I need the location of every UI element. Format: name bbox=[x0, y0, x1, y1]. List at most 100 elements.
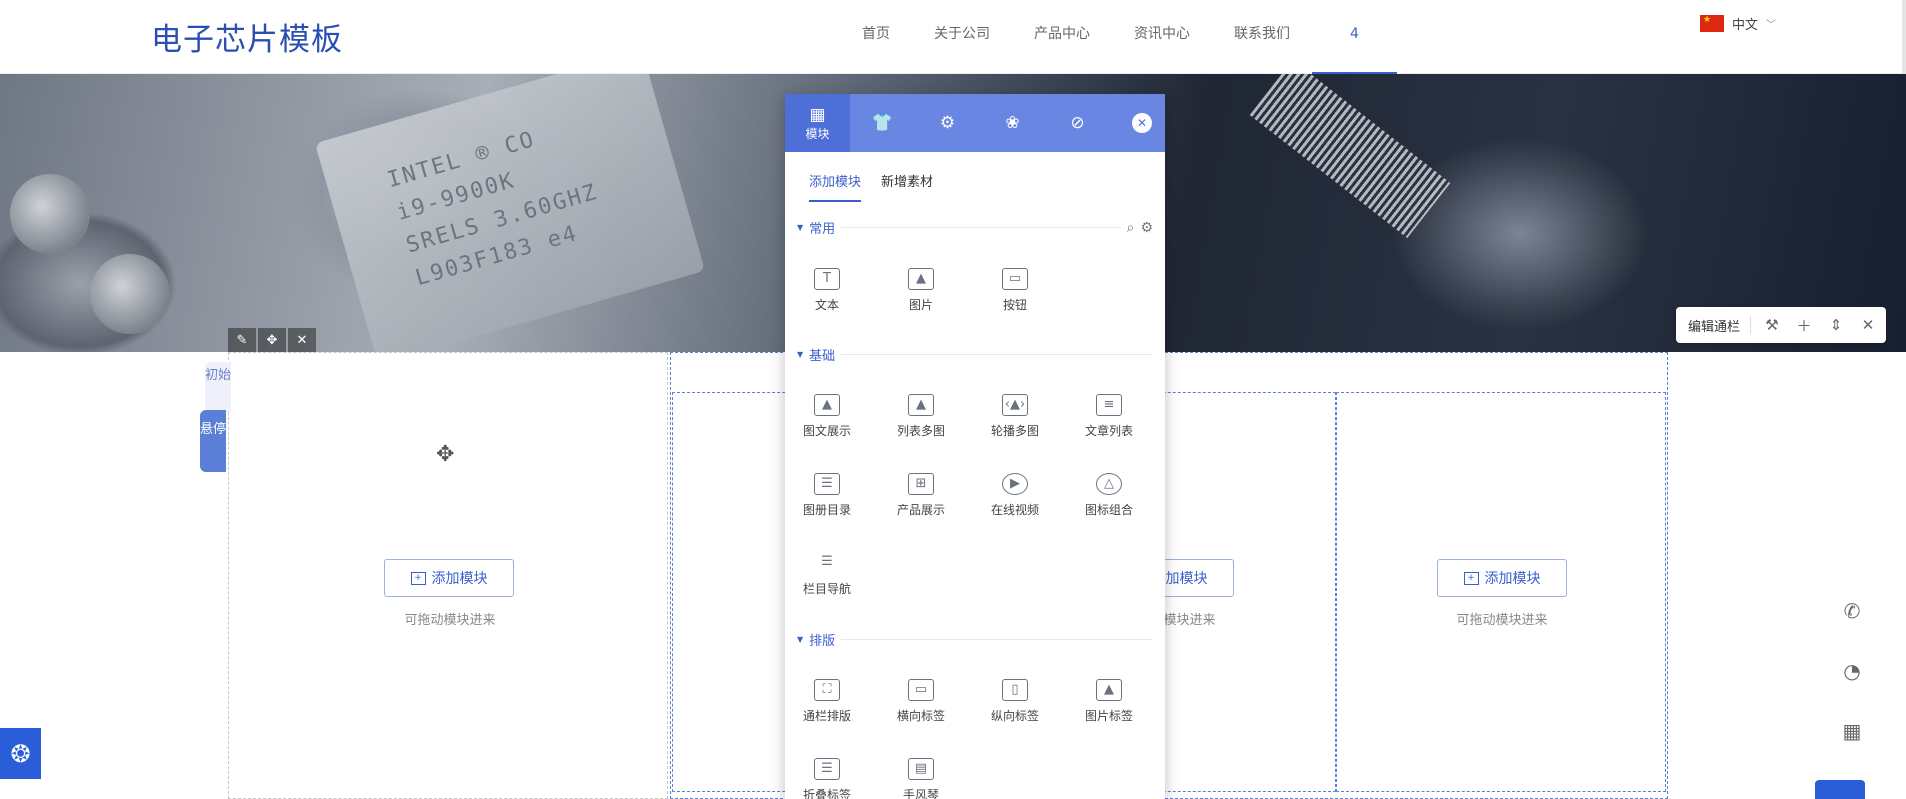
plus-icon[interactable]: ＋ bbox=[1793, 315, 1815, 336]
caret-down-icon: ▼ bbox=[797, 350, 804, 359]
article-list-icon: ≡ bbox=[1096, 394, 1122, 416]
module-horizontal-tabs[interactable]: ▭ 横向标签 bbox=[881, 679, 961, 724]
close-icon[interactable]: ✕ bbox=[288, 328, 316, 352]
module-label: 手风琴 bbox=[902, 788, 939, 799]
shirt-icon: 👕 bbox=[871, 113, 894, 133]
qrcode-icon[interactable]: ▦ bbox=[1838, 717, 1866, 745]
module-label: 栏目导航 bbox=[802, 582, 851, 596]
module-product-display[interactable]: ⊞ 产品展示 bbox=[881, 473, 961, 518]
nav-item-news[interactable]: 资讯中心 bbox=[1112, 0, 1212, 74]
vertical-tab-icon: ▯ bbox=[1002, 679, 1028, 701]
module-online-video[interactable]: ▶ 在线视频 bbox=[975, 473, 1055, 518]
module-button[interactable]: ▭ 按钮 bbox=[975, 268, 1055, 313]
collapse-icon: ☰ bbox=[814, 758, 840, 780]
nav-item-about[interactable]: 关于公司 bbox=[912, 0, 1012, 74]
page: 电子芯片模板 首页 关于公司 产品中心 资讯中心 联系我们 4 中文 ﹀ INT… bbox=[0, 0, 1906, 799]
module-label: 通栏排版 bbox=[802, 709, 851, 723]
module-article-list[interactable]: ≡ 文章列表 bbox=[1069, 394, 1149, 439]
module-label: 图片标签 bbox=[1084, 709, 1133, 723]
tab-settings[interactable]: ⚙ bbox=[915, 94, 980, 152]
chevron-down-icon: ﹀ bbox=[1766, 20, 1777, 31]
module-label: 文章列表 bbox=[1084, 424, 1133, 438]
edit-banner-label[interactable]: 编辑通栏 bbox=[1688, 316, 1740, 335]
module-image-text[interactable]: ▲ 图文展示 bbox=[787, 394, 867, 439]
gear-icon[interactable]: ⚙ bbox=[1140, 220, 1153, 236]
section-common-label: 常用 bbox=[809, 222, 836, 237]
china-flag-icon bbox=[1700, 15, 1724, 32]
module-carousel[interactable]: ‹▲› 轮播多图 bbox=[975, 394, 1055, 439]
module-column-nav[interactable]: ☰ 栏目导航 bbox=[787, 552, 867, 597]
module-vertical-tabs[interactable]: ▯ 纵向标签 bbox=[975, 679, 1055, 724]
add-module-button[interactable]: + 添加模块 bbox=[1437, 559, 1567, 597]
section-divider bbox=[841, 227, 1121, 228]
subtab-add-module[interactable]: 添加模块 bbox=[809, 171, 862, 202]
module-label: 折叠标签 bbox=[802, 788, 851, 799]
module-full-width-layout[interactable]: ⛶ 通栏排版 bbox=[787, 679, 867, 724]
caret-down-icon: ▼ bbox=[797, 223, 804, 232]
sort-arrows-icon[interactable]: ⇕ bbox=[1825, 316, 1847, 334]
image-icon: ▲ bbox=[908, 268, 934, 290]
panel-close-icon[interactable]: ✕ bbox=[1132, 113, 1152, 133]
list-icon: ☰ bbox=[821, 554, 833, 569]
section-divider bbox=[841, 354, 1153, 355]
tab-paw[interactable]: ❀ bbox=[980, 94, 1045, 152]
nav-item-4[interactable]: 4 bbox=[1312, 0, 1397, 74]
tab-modules-label: 模块 bbox=[805, 126, 830, 141]
link-icon: ⊘ bbox=[1070, 113, 1085, 133]
image-tab-icon: ▲ bbox=[1096, 679, 1122, 701]
phone-icon[interactable]: ✆ bbox=[1838, 597, 1866, 625]
move-icon[interactable]: ✥ bbox=[258, 328, 286, 352]
carousel-icon: ‹▲› bbox=[1002, 394, 1028, 416]
qq-icon[interactable]: ◔ bbox=[1838, 657, 1866, 685]
module-text[interactable]: T 文本 bbox=[787, 268, 867, 313]
back-to-top-button[interactable] bbox=[1815, 780, 1865, 799]
section-layout-label: 排版 bbox=[809, 634, 836, 649]
nav-item-home[interactable]: 首页 bbox=[840, 0, 912, 74]
nav-item-contact[interactable]: 联系我们 bbox=[1212, 0, 1312, 74]
tab-theme[interactable]: 👕 bbox=[850, 94, 915, 152]
site-header: 电子芯片模板 首页 关于公司 产品中心 资讯中心 联系我们 4 中文 ﹀ bbox=[0, 0, 1906, 74]
module-image-tabs[interactable]: ▲ 图片标签 bbox=[1069, 679, 1149, 724]
magic-wand-icon[interactable]: ⚒ bbox=[1761, 316, 1783, 334]
drag-move-icon[interactable]: ✥ bbox=[436, 442, 454, 467]
text-icon: T bbox=[814, 268, 840, 290]
language-selector[interactable]: 中文 ﹀ bbox=[1700, 14, 1776, 33]
module-list-images[interactable]: ▲ 列表多图 bbox=[881, 394, 961, 439]
edit-pencil-icon[interactable]: ✎ bbox=[228, 328, 256, 352]
section-basic[interactable]: ▼ 基础 bbox=[797, 345, 1153, 364]
product-grid-icon: ⊞ bbox=[908, 473, 934, 495]
panel-subtabs: 添加模块 新增素材 bbox=[785, 152, 1165, 202]
search-icon[interactable]: ⌕ bbox=[1127, 220, 1135, 236]
module-collapse-tabs[interactable]: ☰ 折叠标签 bbox=[787, 758, 867, 799]
section-common[interactable]: ▼ 常用 ⌕ ⚙ bbox=[797, 218, 1153, 238]
icon-group-icon: △ bbox=[1096, 473, 1122, 495]
editor-logo-icon[interactable]: ❂ bbox=[0, 728, 41, 779]
module-label: 横向标签 bbox=[896, 709, 945, 723]
module-accordion[interactable]: ▤ 手风琴 bbox=[881, 758, 961, 799]
add-module-button[interactable]: + 添加模块 bbox=[384, 559, 514, 597]
capacitor-image bbox=[90, 254, 170, 334]
section-basic-label: 基础 bbox=[809, 349, 836, 364]
close-icon[interactable]: ✕ bbox=[1857, 316, 1879, 334]
module-label: 图片 bbox=[908, 298, 933, 312]
paw-icon: ❀ bbox=[1005, 113, 1020, 133]
tab-link[interactable]: ⊘ bbox=[1045, 94, 1110, 152]
module-image[interactable]: ▲ 图片 bbox=[881, 268, 961, 313]
tab-modules[interactable]: ▦ 模块 bbox=[785, 94, 850, 152]
button-icon: ▭ bbox=[1002, 268, 1028, 290]
module-album-catalog[interactable]: ☰ 图册目录 bbox=[787, 473, 867, 518]
add-module-label: 添加模块 bbox=[1484, 571, 1541, 587]
module-label: 文本 bbox=[814, 298, 839, 312]
module-icon-group[interactable]: △ 图标组合 bbox=[1069, 473, 1149, 518]
add-module-label: 添加模块 bbox=[431, 571, 488, 587]
nav-item-products[interactable]: 产品中心 bbox=[1012, 0, 1112, 74]
section-layout[interactable]: ▼ 排版 bbox=[797, 630, 1153, 649]
drag-hint: 可拖动模块进来 bbox=[404, 613, 496, 628]
language-label: 中文 bbox=[1732, 18, 1759, 33]
caret-down-icon: ▼ bbox=[797, 635, 804, 644]
subtab-new-material[interactable]: 新增素材 bbox=[881, 171, 933, 202]
main-nav: 首页 关于公司 产品中心 资讯中心 联系我们 4 bbox=[840, 0, 1397, 74]
state-tab-initial[interactable]: 初始 bbox=[205, 362, 231, 412]
site-logo[interactable]: 电子芯片模板 bbox=[151, 14, 343, 59]
state-tab-hover[interactable]: 悬停 bbox=[200, 410, 226, 472]
